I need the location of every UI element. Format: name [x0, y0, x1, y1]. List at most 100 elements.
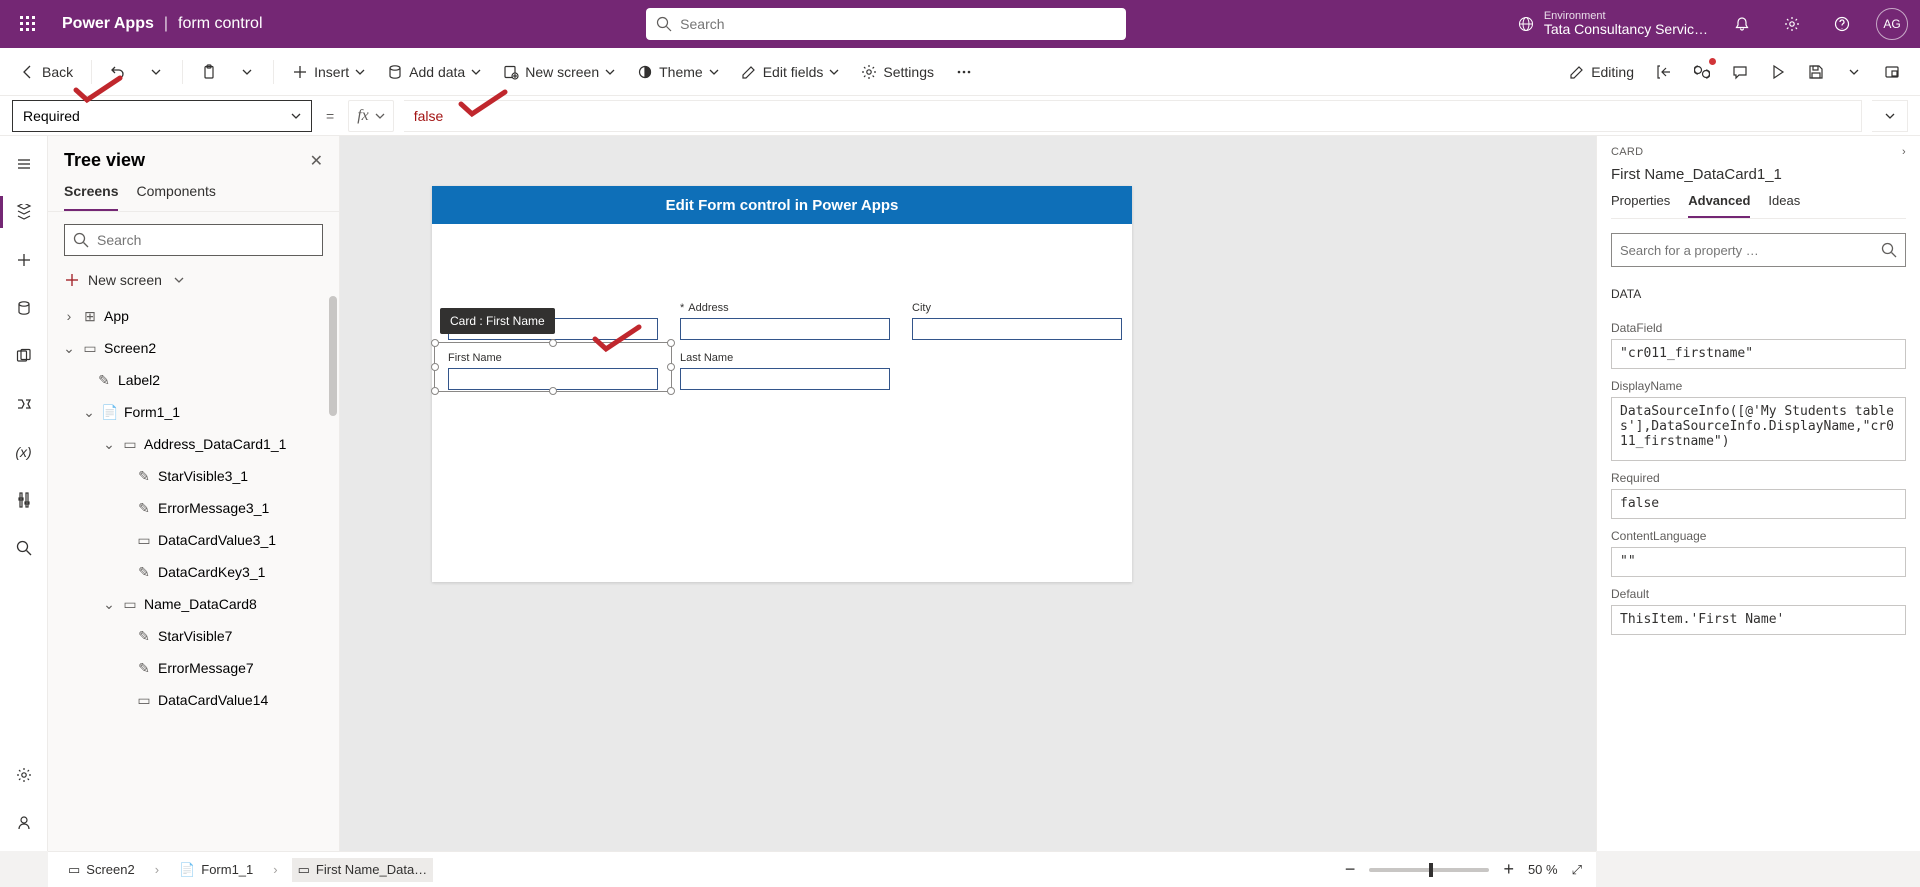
tree-item-name-card[interactable]: ⌄▭Name_DataCard8 [48, 588, 339, 620]
artboard[interactable]: Edit Form control in Power Apps *Address… [432, 186, 1132, 582]
rail-insert-icon[interactable] [4, 240, 44, 280]
user-avatar[interactable]: AG [1876, 8, 1908, 40]
formula-input[interactable]: false [404, 100, 1862, 132]
edit-fields-button[interactable]: Edit fields [733, 58, 848, 86]
tree-item-form1[interactable]: ⌄📄Form1_1 [48, 396, 339, 428]
tree-item-starvisible3[interactable]: ✎StarVisible3_1 [48, 460, 339, 492]
overflow-button[interactable] [948, 56, 980, 88]
breadcrumb-screen[interactable]: ▭Screen2 [62, 858, 141, 882]
fit-to-screen-button[interactable]: ⤢ [1572, 862, 1582, 878]
save-button[interactable] [1800, 56, 1832, 88]
search-icon [1881, 242, 1897, 258]
tree-item-datacardvalue3[interactable]: ▭DataCardValue3_1 [48, 524, 339, 556]
tree-item-errormsg3[interactable]: ✎ErrorMessage3_1 [48, 492, 339, 524]
settings-button[interactable]: Settings [853, 58, 942, 86]
tree-new-screen-button[interactable]: New screen [48, 264, 339, 296]
prop-tab-ideas[interactable]: Ideas [1768, 193, 1800, 218]
properties-panel: CARD › First Name_DataCard1_1 Properties… [1596, 136, 1920, 851]
tree-item-datacardkey3[interactable]: ✎DataCardKey3_1 [48, 556, 339, 588]
prop-tab-properties[interactable]: Properties [1611, 193, 1670, 218]
save-chevron[interactable] [1838, 56, 1870, 88]
tab-screens[interactable]: Screens [64, 183, 118, 211]
title-separator: | [164, 15, 168, 33]
rail-settings-icon[interactable] [4, 755, 44, 795]
input-datafield[interactable]: "cr011_firstname" [1611, 339, 1906, 369]
rail-ask-icon[interactable] [4, 803, 44, 843]
rail-data-icon[interactable] [4, 288, 44, 328]
rail-flows-icon[interactable] [4, 384, 44, 424]
settings-icon[interactable] [1776, 8, 1808, 40]
fx-button[interactable]: fx [348, 100, 394, 132]
formula-expand-button[interactable] [1872, 100, 1908, 132]
input-contentlanguage[interactable]: "" [1611, 547, 1906, 577]
input-displayname[interactable]: DataSourceInfo([@'My Students tables'],D… [1611, 397, 1906, 461]
tree-item-address-card[interactable]: ⌄▭Address_DataCard1_1 [48, 428, 339, 460]
zoom-in-button[interactable]: + [1503, 859, 1514, 880]
undo-chevron[interactable] [140, 56, 172, 88]
form-title-label: Edit Form control in Power Apps [432, 186, 1132, 224]
rail-hamburger-icon[interactable] [4, 144, 44, 184]
rail-media-icon[interactable] [4, 336, 44, 376]
field-city[interactable]: City [912, 302, 1122, 340]
tree-item-screen2[interactable]: ⌄▭Screen2 [48, 332, 339, 364]
zoom-out-button[interactable]: − [1345, 859, 1356, 880]
input-last-name[interactable] [680, 368, 890, 390]
environment-picker[interactable]: Environment Tata Consultancy Servic… [1518, 10, 1708, 37]
breadcrumb-card[interactable]: ▭First Name_Data… [292, 858, 434, 882]
global-search-input[interactable] [680, 16, 1116, 32]
field-address[interactable]: *Address [680, 302, 890, 340]
prop-search-input[interactable] [1620, 243, 1873, 258]
insert-button[interactable]: Insert [284, 58, 373, 86]
zoom-slider[interactable] [1369, 868, 1489, 872]
app-checker-button[interactable] [1686, 56, 1718, 88]
field-last-name[interactable]: Last Name [680, 352, 890, 390]
notifications-icon[interactable] [1726, 8, 1758, 40]
input-default[interactable]: ThisItem.'First Name' [1611, 605, 1906, 635]
breadcrumb-form[interactable]: 📄Form1_1 [173, 858, 259, 882]
tab-components[interactable]: Components [136, 183, 215, 211]
label-displayname: DisplayName [1611, 379, 1906, 393]
prop-control-name: First Name_DataCard1_1 [1611, 166, 1906, 183]
prop-search[interactable] [1611, 233, 1906, 267]
tree-scrollbar[interactable] [329, 296, 337, 416]
tree-search[interactable] [64, 224, 323, 256]
label-default: Default [1611, 587, 1906, 601]
canvas[interactable]: Edit Form control in Power Apps *Address… [340, 136, 1596, 851]
editing-mode-button[interactable]: Editing [1561, 58, 1642, 86]
input-required[interactable]: false [1611, 489, 1906, 519]
tree-search-input[interactable] [97, 232, 314, 248]
theme-button[interactable]: Theme [629, 58, 727, 86]
tree-item-label2[interactable]: ✎Label2 [48, 364, 339, 396]
rail-variables-icon[interactable]: (x) [4, 432, 44, 472]
publish-button[interactable] [1876, 56, 1908, 88]
prop-expand-icon[interactable]: › [1902, 146, 1906, 158]
undo-button[interactable] [102, 56, 134, 88]
help-icon[interactable] [1826, 8, 1858, 40]
input-city[interactable] [912, 318, 1122, 340]
paste-button[interactable] [193, 56, 225, 88]
rail-search-icon[interactable] [4, 528, 44, 568]
tree-item-app[interactable]: ›⊞App [48, 300, 339, 332]
prop-tab-advanced[interactable]: Advanced [1688, 193, 1750, 218]
waffle-icon[interactable] [12, 8, 44, 40]
tree-item-starvisible7[interactable]: ✎StarVisible7 [48, 620, 339, 652]
comments-button[interactable] [1724, 56, 1756, 88]
tree-view-panel: Tree view ✕ Screens Components New scree… [48, 136, 340, 851]
back-button[interactable]: Back [12, 58, 81, 86]
tree-item-datacardvalue14[interactable]: ▭DataCardValue14 [48, 684, 339, 716]
property-dropdown[interactable]: Required [12, 100, 312, 132]
rail-tools-icon[interactable] [4, 480, 44, 520]
tree-item-errormsg7[interactable]: ✎ErrorMessage7 [48, 652, 339, 684]
header-title: Power Apps | form control [62, 15, 263, 33]
play-button[interactable] [1762, 56, 1794, 88]
selection-outline [434, 342, 672, 392]
new-screen-button[interactable]: New screen [495, 58, 623, 86]
add-data-button[interactable]: Add data [379, 58, 489, 86]
tree-close-icon[interactable]: ✕ [310, 151, 323, 171]
rail-tree-view-icon[interactable] [4, 192, 44, 232]
input-address[interactable] [680, 318, 890, 340]
global-search[interactable] [646, 8, 1126, 40]
left-rail: (x) [0, 136, 48, 851]
share-button[interactable] [1648, 56, 1680, 88]
paste-chevron[interactable] [231, 56, 263, 88]
